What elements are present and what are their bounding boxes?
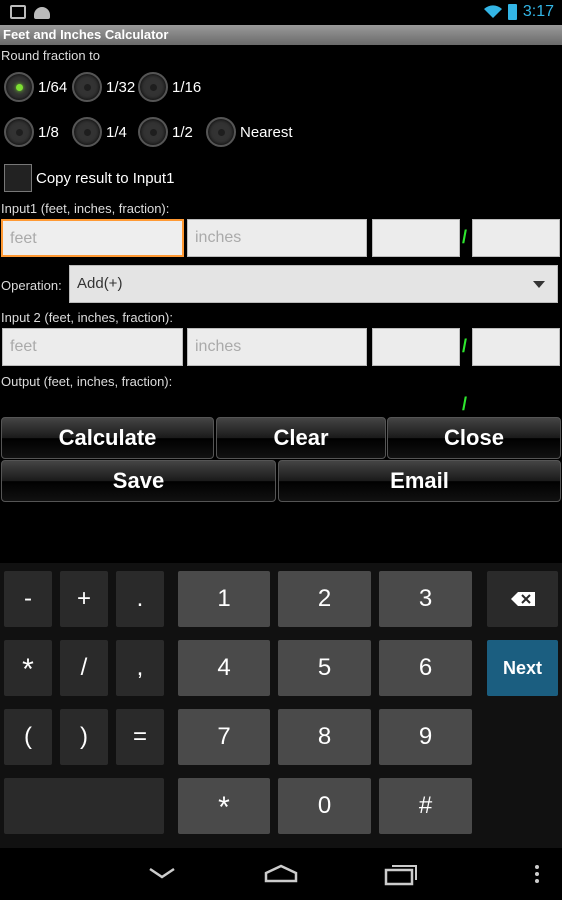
radio-1-4[interactable]: 1/4 <box>72 117 127 147</box>
calculate-button[interactable]: Calculate <box>1 417 214 459</box>
radio-1-16[interactable]: 1/16 <box>138 72 201 102</box>
input2-label: Input 2 (feet, inches, fraction): <box>1 310 173 325</box>
radio-nearest[interactable]: Nearest <box>206 117 293 147</box>
battery-icon <box>507 4 517 20</box>
next-key[interactable]: Next <box>487 640 558 696</box>
input2-inches-field[interactable]: inches <box>187 328 367 366</box>
key-hash[interactable]: # <box>379 778 472 834</box>
key-right-paren[interactable]: ) <box>60 709 108 765</box>
output-fraction-slash: / <box>462 394 468 414</box>
dropdown-arrow-icon <box>533 281 545 288</box>
input1-label: Input1 (feet, inches, fraction): <box>1 201 170 216</box>
backspace-key[interactable] <box>487 571 558 627</box>
app-title: Feet and Inches Calculator <box>3 27 169 42</box>
key-dot[interactable]: . <box>116 571 164 627</box>
radio-label: 1/32 <box>106 78 136 96</box>
radio-icon <box>72 72 102 102</box>
space-key[interactable] <box>4 778 164 834</box>
radio-label: Nearest <box>240 123 293 141</box>
key-multiply[interactable]: * <box>4 640 52 696</box>
home-icon[interactable] <box>263 864 299 884</box>
key-5[interactable]: 5 <box>278 640 371 696</box>
radio-1-2[interactable]: 1/2 <box>138 117 193 147</box>
key-2[interactable]: 2 <box>278 571 371 627</box>
key-4[interactable]: 4 <box>178 640 270 696</box>
save-button[interactable]: Save <box>1 460 276 502</box>
radio-icon <box>138 72 168 102</box>
key-star[interactable]: * <box>178 778 270 834</box>
input1-feet-field[interactable]: feet <box>1 219 184 257</box>
status-bar: 3:17 <box>0 0 562 25</box>
input1-inches-field[interactable]: inches <box>187 219 367 257</box>
radio-label: 1/2 <box>172 123 193 141</box>
operation-value: Add(+) <box>77 275 123 292</box>
back-down-icon[interactable] <box>148 866 176 880</box>
input1-denominator-field[interactable] <box>472 219 560 257</box>
android-notification-icon <box>34 7 50 19</box>
key-left-paren[interactable]: ( <box>4 709 52 765</box>
input2-numerator-field[interactable] <box>372 328 460 366</box>
key-plus[interactable]: + <box>60 571 108 627</box>
round-fraction-label: Round fraction to <box>1 48 101 63</box>
output-label: Output (feet, inches, fraction): <box>1 374 173 389</box>
radio-1-8[interactable]: 1/8 <box>4 117 59 147</box>
radio-1-64[interactable]: 1/64 <box>4 72 67 102</box>
radio-1-32[interactable]: 1/32 <box>72 72 135 102</box>
email-button[interactable]: Email <box>278 460 561 502</box>
key-3[interactable]: 3 <box>379 571 472 627</box>
key-6[interactable]: 6 <box>379 640 472 696</box>
wifi-icon <box>483 5 502 19</box>
key-9[interactable]: 9 <box>379 709 472 765</box>
clear-button[interactable]: Clear <box>216 417 386 459</box>
overflow-menu-icon[interactable] <box>534 864 540 884</box>
radio-label: 1/8 <box>38 123 59 141</box>
backspace-icon <box>510 592 535 606</box>
key-divide[interactable]: / <box>60 640 108 696</box>
input1-fraction-slash: / <box>462 227 468 247</box>
radio-icon <box>206 117 236 147</box>
key-7[interactable]: 7 <box>178 709 270 765</box>
radio-icon <box>138 117 168 147</box>
numeric-keyboard: - + . 1 2 3 * / , 4 5 6 Next ( ) = 7 8 9… <box>0 563 562 848</box>
close-button[interactable]: Close <box>387 417 561 459</box>
key-0[interactable]: 0 <box>278 778 371 834</box>
input2-fraction-slash: / <box>462 336 468 356</box>
key-comma[interactable]: , <box>116 640 164 696</box>
input2-denominator-field[interactable] <box>472 328 560 366</box>
operation-label: Operation: <box>1 278 62 293</box>
key-1[interactable]: 1 <box>178 571 270 627</box>
input1-numerator-field[interactable] <box>372 219 460 257</box>
status-clock: 3:17 <box>522 3 554 20</box>
key-minus[interactable]: - <box>4 571 52 627</box>
radio-label: 1/64 <box>38 78 68 96</box>
radio-label: 1/16 <box>172 78 202 96</box>
copy-result-checkbox[interactable] <box>4 164 32 192</box>
input2-feet-field[interactable]: feet <box>2 328 183 366</box>
radio-icon <box>4 117 34 147</box>
screenshot-notification-icon <box>10 5 26 19</box>
radio-selected-icon <box>4 72 34 102</box>
key-8[interactable]: 8 <box>278 709 371 765</box>
recent-apps-icon[interactable] <box>384 862 418 886</box>
key-equals[interactable]: = <box>116 709 164 765</box>
navigation-bar <box>0 848 562 900</box>
radio-icon <box>72 117 102 147</box>
copy-result-label: Copy result to Input1 <box>36 170 175 187</box>
radio-label: 1/4 <box>106 123 127 141</box>
title-bar: Feet and Inches Calculator <box>0 25 562 45</box>
operation-select[interactable]: Add(+) <box>69 265 558 303</box>
